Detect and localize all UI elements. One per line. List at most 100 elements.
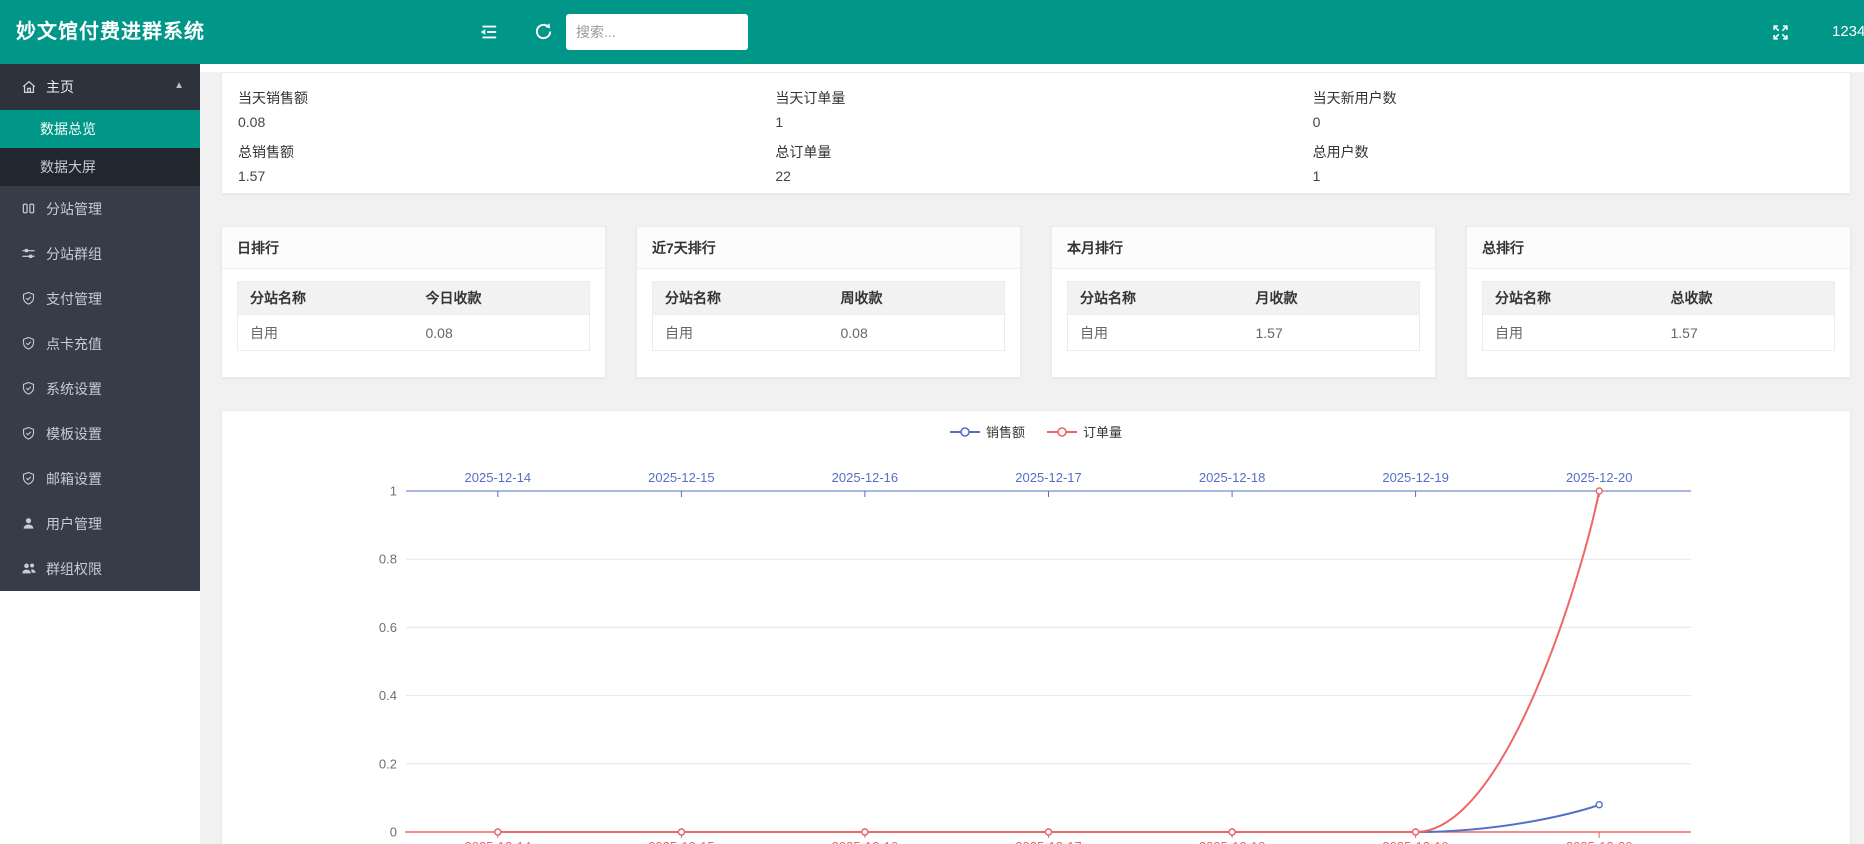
sidebar-item-data-overview[interactable]: 数据总览 bbox=[0, 110, 200, 148]
ranking-table: 分站名称 月收款 自用 1.57 bbox=[1067, 281, 1420, 351]
sidebar-nav: 主页 ▲ 数据总览 数据大屏 分站管理 分站群组 bbox=[0, 64, 200, 591]
sidebar-item-group-permissions[interactable]: 群组权限 bbox=[0, 546, 200, 591]
search-box bbox=[566, 14, 748, 50]
sidebar-item-label: 邮箱设置 bbox=[46, 469, 102, 489]
table-row: 自用 1.57 bbox=[1483, 315, 1835, 351]
shield-check-icon bbox=[20, 470, 37, 487]
sidebar-item-label: 数据大屏 bbox=[40, 157, 96, 177]
stat-label: 总订单量 bbox=[775, 145, 1312, 159]
monthly-ranking-panel: 本月排行 分站名称 月收款 自用 1.57 bbox=[1051, 226, 1436, 378]
site-name-cell: 自用 bbox=[1483, 315, 1659, 351]
stats-summary-card: 当天销售额 0.08 总销售额 1.57 当天订单量 1 总订单量 22 当天新… bbox=[221, 72, 1851, 194]
sidebar-item-mail-settings[interactable]: 邮箱设置 bbox=[0, 456, 200, 501]
stat-total-sales: 总销售额 1.57 bbox=[238, 145, 775, 183]
stat-value: 0 bbox=[1313, 115, 1850, 129]
user-icon bbox=[20, 515, 37, 532]
panel-title: 总排行 bbox=[1467, 227, 1850, 269]
refresh-icon[interactable] bbox=[534, 22, 554, 40]
svg-text:2025-12-16: 2025-12-16 bbox=[832, 839, 899, 844]
sidebar-item-label: 数据总览 bbox=[40, 119, 96, 139]
app-header: 妙文馆付费进群系统 12345 bbox=[0, 0, 1864, 64]
sidebar-item-label: 分站管理 bbox=[46, 199, 102, 219]
shield-check-icon bbox=[20, 335, 37, 352]
home-icon bbox=[20, 79, 37, 96]
fullscreen-icon[interactable] bbox=[1772, 24, 1792, 42]
stat-today-orders: 当天订单量 1 bbox=[775, 91, 1312, 129]
sidebar-item-label: 支付管理 bbox=[46, 289, 102, 309]
svg-text:2025-12-19: 2025-12-19 bbox=[1382, 839, 1449, 844]
caret-up-icon: ▲ bbox=[174, 80, 184, 91]
sidebar-spacer bbox=[0, 591, 200, 844]
site-name-cell: 自用 bbox=[238, 315, 414, 351]
col-income: 总收款 bbox=[1659, 282, 1835, 315]
svg-text:2025-12-17: 2025-12-17 bbox=[1015, 839, 1082, 844]
col-income: 月收款 bbox=[1244, 282, 1420, 315]
svg-text:2025-12-20: 2025-12-20 bbox=[1566, 470, 1633, 485]
sidebar-item-card-recharge[interactable]: 点卡充值 bbox=[0, 321, 200, 366]
current-user[interactable]: 12345 bbox=[1832, 0, 1864, 64]
svg-text:0.8: 0.8 bbox=[379, 552, 397, 567]
sidebar-item-template-settings[interactable]: 模板设置 bbox=[0, 411, 200, 456]
shield-check-icon bbox=[20, 425, 37, 442]
income-cell: 1.57 bbox=[1659, 315, 1835, 351]
sidebar-item-data-screen[interactable]: 数据大屏 bbox=[0, 148, 200, 186]
sliders-icon bbox=[20, 245, 37, 262]
sidebar-item-label: 用户管理 bbox=[46, 514, 102, 534]
site-name-cell: 自用 bbox=[653, 315, 829, 351]
svg-text:2025-12-16: 2025-12-16 bbox=[832, 470, 899, 485]
col-site-name: 分站名称 bbox=[1068, 282, 1244, 315]
ranking-table: 分站名称 周收款 自用 0.08 bbox=[652, 281, 1005, 351]
svg-text:2025-12-15: 2025-12-15 bbox=[648, 839, 715, 844]
stat-value: 1.57 bbox=[238, 169, 775, 183]
stat-value: 22 bbox=[775, 169, 1312, 183]
svg-text:2025-12-14: 2025-12-14 bbox=[465, 839, 532, 844]
svg-text:0: 0 bbox=[390, 825, 397, 840]
sidebar-item-substation-groups[interactable]: 分站群组 bbox=[0, 231, 200, 276]
main-content: 当天销售额 0.08 总销售额 1.57 当天订单量 1 总订单量 22 当天新… bbox=[200, 64, 1864, 844]
ranking-table: 分站名称 总收款 自用 1.57 bbox=[1482, 281, 1835, 351]
legend-item-orders[interactable]: 订单量 bbox=[1047, 422, 1122, 441]
weekly-ranking-panel: 近7天排行 分站名称 周收款 自用 0.08 bbox=[636, 226, 1021, 378]
stat-label: 当天销售额 bbox=[238, 91, 775, 105]
search-input[interactable] bbox=[566, 14, 748, 50]
col-site-name: 分站名称 bbox=[238, 282, 414, 315]
stat-total-users: 总用户数 1 bbox=[1313, 145, 1850, 183]
svg-text:0.2: 0.2 bbox=[379, 756, 397, 771]
stat-value: 1 bbox=[775, 115, 1312, 129]
site-name-cell: 自用 bbox=[1068, 315, 1244, 351]
app-title: 妙文馆付费进群系统 bbox=[16, 0, 205, 64]
shield-check-icon bbox=[20, 380, 37, 397]
sidebar-item-home[interactable]: 主页 ▲ bbox=[0, 64, 200, 110]
stat-today-new-users: 当天新用户数 0 bbox=[1313, 91, 1850, 129]
income-cell: 1.57 bbox=[1244, 315, 1420, 351]
svg-text:1: 1 bbox=[390, 484, 397, 499]
svg-text:0.4: 0.4 bbox=[379, 688, 397, 703]
col-income: 周收款 bbox=[829, 282, 1005, 315]
sidebar-item-label: 模板设置 bbox=[46, 424, 102, 444]
stat-total-orders: 总订单量 22 bbox=[775, 145, 1312, 183]
collapse-menu-icon[interactable] bbox=[478, 23, 498, 41]
stat-label: 当天新用户数 bbox=[1313, 91, 1850, 105]
sidebar-item-substation-manage[interactable]: 分站管理 bbox=[0, 186, 200, 231]
legend-label: 订单量 bbox=[1083, 422, 1122, 441]
income-cell: 0.08 bbox=[414, 315, 590, 351]
sidebar-item-label: 点卡充值 bbox=[46, 334, 102, 354]
stat-label: 总销售额 bbox=[238, 145, 775, 159]
stat-label: 当天订单量 bbox=[775, 91, 1312, 105]
sidebar-item-user-manage[interactable]: 用户管理 bbox=[0, 501, 200, 546]
sidebar-item-payment-manage[interactable]: 支付管理 bbox=[0, 276, 200, 321]
sales-orders-chart-card: 销售额 订单量 00.20.40.60.812025-12-142025-12-… bbox=[221, 410, 1851, 844]
stat-value: 0.08 bbox=[238, 115, 775, 129]
shield-check-icon bbox=[20, 290, 37, 307]
daily-ranking-panel: 日排行 分站名称 今日收款 自用 0.08 bbox=[221, 226, 606, 378]
legend-marker-orders bbox=[1058, 428, 1066, 436]
total-ranking-panel: 总排行 分站名称 总收款 自用 1.57 bbox=[1466, 226, 1851, 378]
content-top-strip bbox=[200, 64, 1864, 72]
ranking-table: 分站名称 今日收款 自用 0.08 bbox=[237, 281, 590, 351]
legend-item-sales[interactable]: 销售额 bbox=[950, 422, 1025, 441]
income-cell: 0.08 bbox=[829, 315, 1005, 351]
table-row: 自用 0.08 bbox=[653, 315, 1005, 351]
table-row: 自用 0.08 bbox=[238, 315, 590, 351]
stat-label: 总用户数 bbox=[1313, 145, 1850, 159]
sidebar-item-system-settings[interactable]: 系统设置 bbox=[0, 366, 200, 411]
